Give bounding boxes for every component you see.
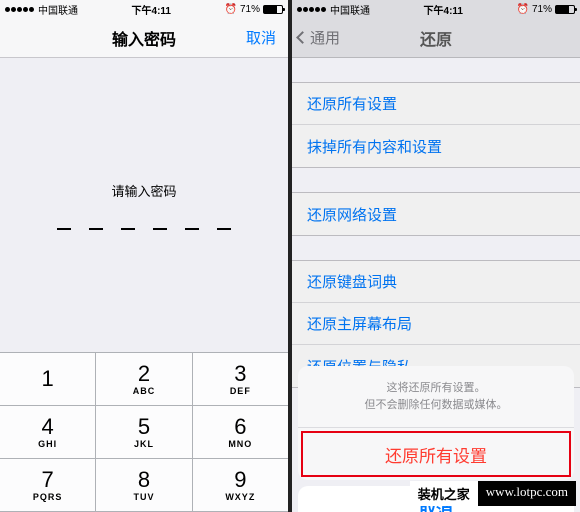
signal-icon	[297, 4, 327, 15]
battery-icon	[263, 5, 283, 14]
reset-keyboard-dict[interactable]: 还原键盘词典	[292, 261, 580, 303]
cancel-button[interactable]: 取消	[246, 27, 276, 48]
key-3[interactable]: 3DEF	[193, 353, 288, 405]
reset-network[interactable]: 还原网络设置	[292, 193, 580, 235]
signal-icon	[5, 4, 35, 15]
carrier-label: 中国联通	[38, 2, 78, 17]
battery-percent: 71%	[532, 4, 552, 15]
chevron-left-icon	[296, 31, 309, 44]
key-8[interactable]: 8TUV	[96, 459, 192, 511]
reset-all-settings[interactable]: 还原所有设置	[292, 83, 580, 125]
key-4[interactable]: 4GHI	[0, 406, 96, 458]
passcode-area: 请输入密码	[0, 58, 288, 352]
keypad: 1 2ABC 3DEF 4GHI 5JKL 6MNO 7PQRS 8TUV 9W…	[0, 352, 288, 512]
passcode-prompt: 请输入密码	[111, 181, 176, 200]
key-1[interactable]: 1	[0, 353, 96, 405]
key-2[interactable]: 2ABC	[96, 353, 192, 405]
carrier-label: 中国联通	[330, 2, 370, 17]
passcode-dashes	[57, 228, 231, 230]
watermark-brand: 装机之家	[410, 481, 478, 506]
nav-title: 输入密码	[112, 26, 176, 50]
watermark: 装机之家 www.lotpc.com	[410, 481, 576, 506]
key-6[interactable]: 6MNO	[193, 406, 288, 458]
watermark-url: www.lotpc.com	[478, 481, 576, 506]
passcode-screen: 中国联通 下午4:11 ⏰ 71% 输入密码 取消 请输入密码 1 2ABC 3…	[0, 0, 288, 512]
nav-bar: 输入密码 取消	[0, 18, 288, 58]
reset-content: 还原所有设置 抹掉所有内容和设置 还原网络设置 还原键盘词典 还原主屏幕布局 还…	[292, 82, 580, 512]
battery-icon	[555, 5, 575, 14]
key-5[interactable]: 5JKL	[96, 406, 192, 458]
erase-all-content[interactable]: 抹掉所有内容和设置	[292, 125, 580, 167]
back-button[interactable]: 通用	[298, 27, 340, 48]
alarm-icon: ⏰	[225, 4, 237, 15]
reset-home-layout[interactable]: 还原主屏幕布局	[292, 303, 580, 345]
status-time: 下午4:11	[424, 2, 463, 17]
key-9[interactable]: 9WXYZ	[193, 459, 288, 511]
reset-group-1: 还原所有设置 抹掉所有内容和设置	[292, 82, 580, 168]
reset-group-2: 还原网络设置	[292, 192, 580, 236]
nav-bar: 通用 还原	[292, 18, 580, 58]
sheet-message: 这将还原所有设置。 但不会删除任何数据或媒体。	[298, 366, 574, 428]
battery-percent: 71%	[240, 4, 260, 15]
status-time: 下午4:11	[132, 2, 171, 17]
confirm-reset-button[interactable]: 还原所有设置	[301, 431, 571, 477]
status-bar: 中国联通 下午4:11 ⏰ 71%	[0, 0, 288, 18]
reset-screen: 中国联通 下午4:11 ⏰ 71% 通用 还原 还原所有设置 抹掉所有内容和设置…	[292, 0, 580, 512]
alarm-icon: ⏰	[517, 4, 529, 15]
nav-title: 还原	[420, 26, 452, 50]
key-7[interactable]: 7PQRS	[0, 459, 96, 511]
status-bar: 中国联通 下午4:11 ⏰ 71%	[292, 0, 580, 18]
